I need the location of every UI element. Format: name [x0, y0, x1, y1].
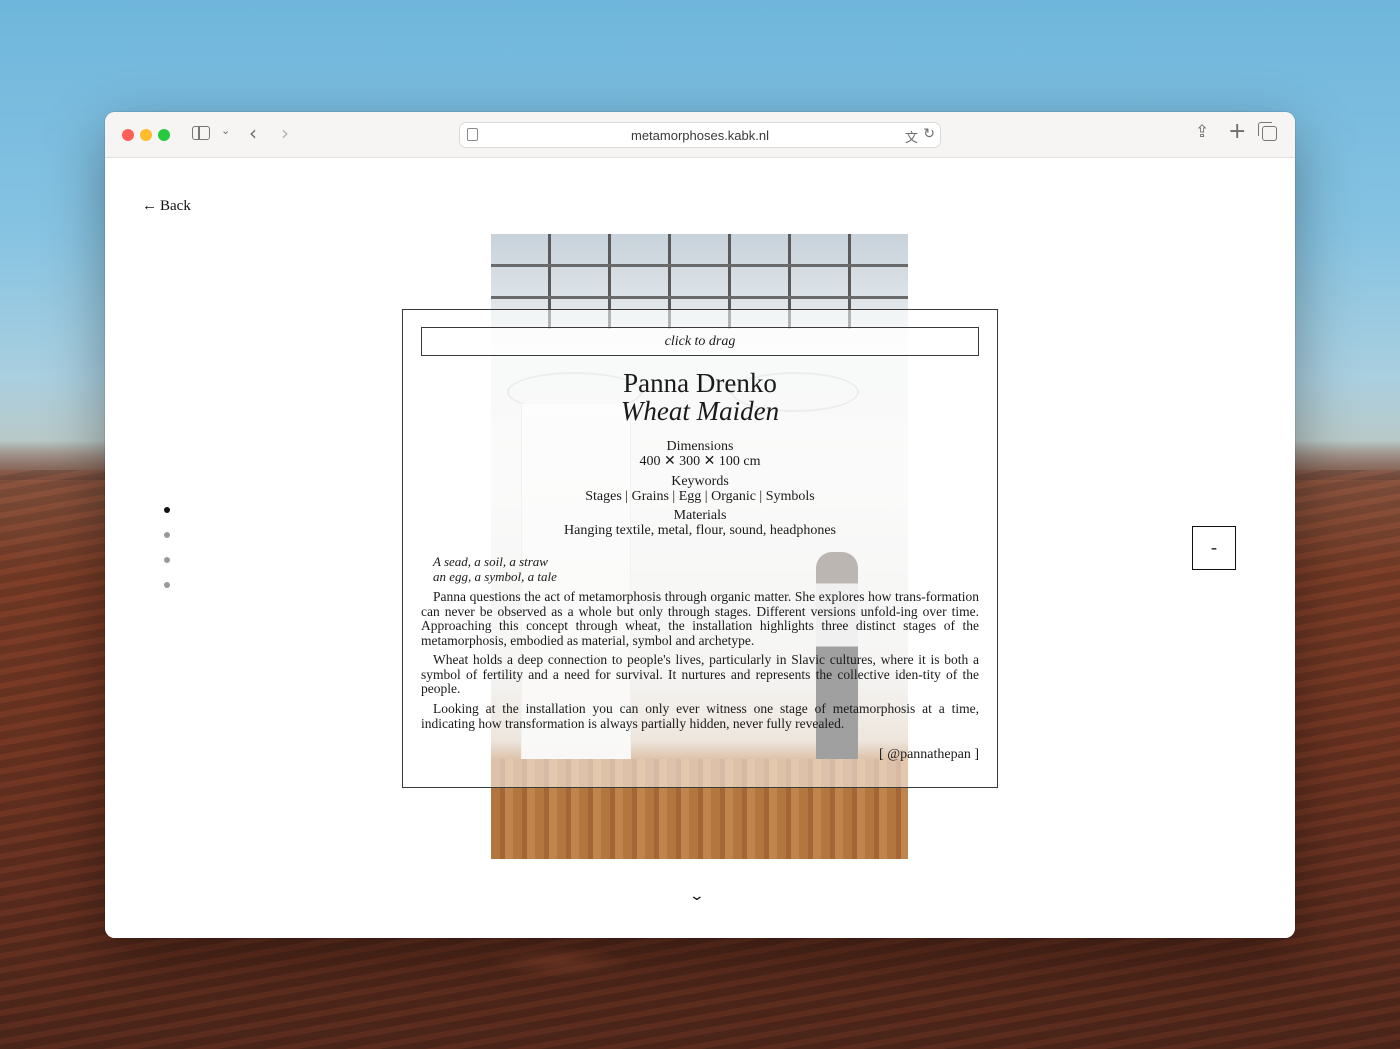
chevron-down-icon[interactable]: ⌄ [689, 888, 705, 904]
page-content: ← Back click to drag Panna Drenko Wheat M… [105, 158, 1295, 938]
pager-dot-4[interactable] [164, 582, 170, 588]
keywords-value: Stages | Grains | Egg | Organic | Symbol… [585, 489, 815, 504]
description-paragraph: Looking at the installation you can only… [421, 701, 979, 731]
reload-icon[interactable]: ↻ [923, 126, 935, 142]
description-paragraph: Wheat holds a deep connection to people'… [421, 652, 979, 697]
artist-handle-link[interactable]: [ @pannathepan ] [879, 747, 979, 763]
materials-label: Materials [673, 508, 727, 523]
description-paragraph: Panna questions the act of metamorphosis… [421, 589, 979, 648]
sidebar-icon[interactable] [192, 126, 210, 140]
poem-line: an egg, a symbol, a tale [433, 569, 557, 584]
poem-line: A sead, a soil, a straw [433, 554, 548, 569]
back-label: Back [160, 198, 191, 214]
share-icon[interactable]: ⇪ [1195, 122, 1209, 142]
zoom-window-button[interactable] [158, 129, 170, 141]
dimensions-label: Dimensions [666, 439, 734, 454]
url-text[interactable]: metamorphoses.kabk.nl [460, 128, 940, 143]
tab-overview-icon[interactable] [1258, 122, 1277, 141]
forward-chevron-icon[interactable]: › [281, 121, 289, 145]
drag-handle[interactable]: click to drag [421, 327, 979, 356]
pager-dot-1[interactable] [164, 507, 170, 513]
browser-toolbar: ⌄ ‹ › metamorphoses.kabk.nl 文 ↻ ⇪ + [105, 112, 1295, 158]
artwork-title: Wheat Maiden [620, 396, 780, 426]
collapse-button[interactable]: - [1192, 526, 1236, 570]
left-arrow-icon: ← [142, 198, 157, 214]
minimize-window-button[interactable] [140, 129, 152, 141]
address-bar[interactable]: metamorphoses.kabk.nl 文 ↻ [459, 122, 941, 148]
chevron-down-icon[interactable]: ⌄ [221, 124, 230, 137]
poem: A sead, a soil, a straw an egg, a symbol… [433, 554, 557, 584]
back-link[interactable]: ← Back [142, 198, 191, 215]
back-chevron-icon[interactable]: ‹ [249, 121, 257, 145]
new-tab-icon[interactable]: + [1228, 119, 1246, 144]
artwork-info-card[interactable]: click to drag Panna Drenko Wheat Maiden … [402, 309, 998, 788]
close-window-button[interactable] [122, 129, 134, 141]
pager-dot-3[interactable] [164, 557, 170, 563]
keywords-label: Keywords [671, 474, 729, 489]
browser-window: ⌄ ‹ › metamorphoses.kabk.nl 文 ↻ ⇪ + ← Bac… [105, 112, 1295, 938]
dimensions-value: 400 ✕ 300 ✕ 100 cm [639, 454, 761, 469]
translate-icon[interactable]: 文 [905, 127, 918, 146]
materials-value: Hanging textile, metal, flour, sound, he… [564, 523, 836, 538]
pager-dot-2[interactable] [164, 532, 170, 538]
artist-name: Panna Drenko [623, 368, 777, 398]
photo-beam [491, 264, 908, 267]
photo-beam [491, 296, 908, 299]
